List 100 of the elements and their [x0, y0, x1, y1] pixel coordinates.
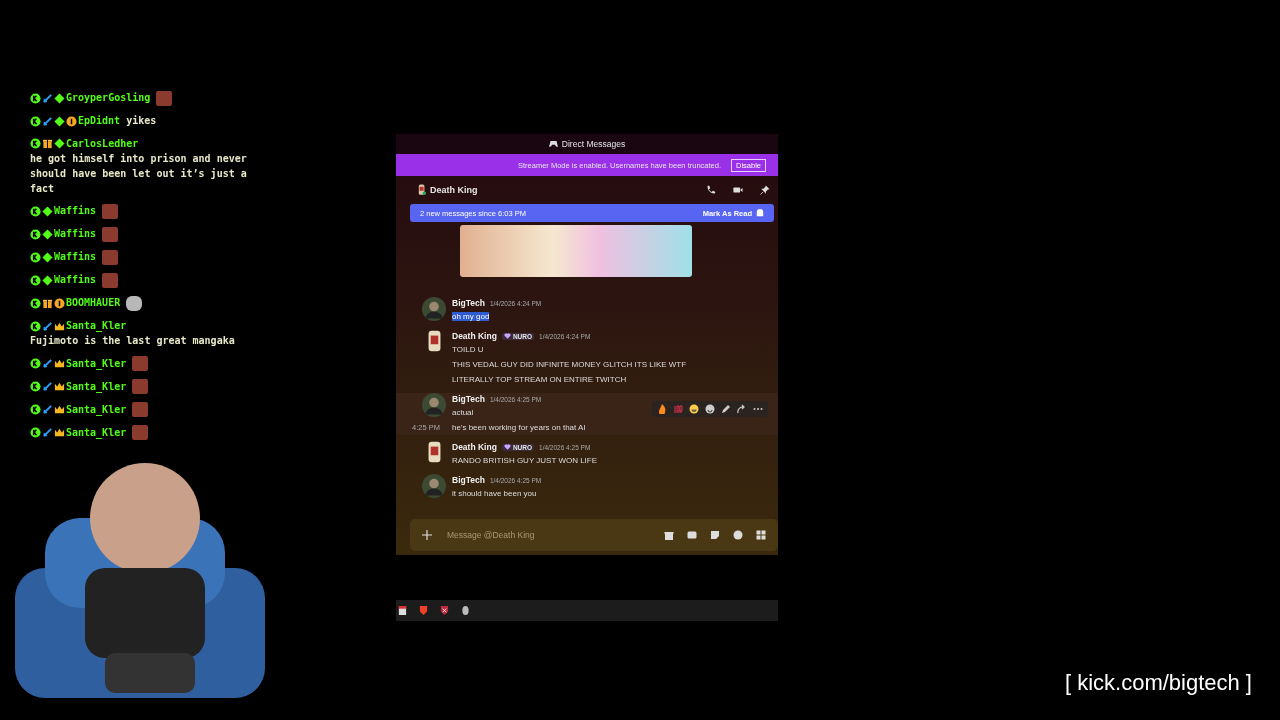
chat-username[interactable]: BOOMHAUER [66, 297, 121, 308]
sword-badge-icon [42, 404, 53, 415]
diamond-badge-icon [54, 92, 65, 104]
message-text: it should have been you [452, 489, 537, 498]
emote-placeholder [132, 356, 149, 371]
emote-placeholder [102, 272, 119, 288]
message-input-field[interactable]: Message @Death King [445, 529, 651, 541]
message-author[interactable]: Death King [452, 331, 497, 341]
crown-badge-icon [54, 358, 65, 369]
apps-icon[interactable] [756, 530, 766, 540]
message-text: oh my god [452, 312, 490, 321]
message-text: he's been working for years on that AI [452, 423, 586, 432]
chat-username[interactable]: EpDidnt [78, 115, 121, 126]
card-avatar-icon [427, 330, 441, 352]
avatar-silhouette-icon [422, 297, 446, 321]
video-camera-icon[interactable] [733, 185, 743, 195]
sword-badge-icon [42, 381, 53, 392]
message-author[interactable]: Death King [452, 442, 497, 452]
gift-badge-icon [42, 297, 53, 309]
sword-badge-icon [42, 358, 53, 369]
chat-username[interactable]: Santa_Kler [66, 380, 127, 392]
heart-icon [503, 333, 511, 339]
message-author[interactable]: BigTech [452, 475, 485, 485]
sword-badge-icon [42, 92, 53, 104]
pin-icon[interactable] [760, 185, 770, 195]
kick-badge-icon [30, 228, 41, 240]
kick-badge-icon [30, 274, 41, 286]
chat-username[interactable]: Santa_Kler [66, 357, 127, 369]
diamond-badge-icon [42, 228, 53, 240]
card-avatar-icon [427, 441, 441, 463]
forward-icon[interactable] [737, 404, 747, 414]
chat-message: yikes [126, 115, 157, 126]
chat-username[interactable]: Waffins [54, 228, 97, 239]
pencil-icon[interactable] [721, 404, 731, 414]
chat-message: he got himself into prison and never should have been let out it’s just a fact [30, 151, 248, 196]
phone-icon[interactable] [706, 185, 716, 195]
message-text: LITERALLY TOP STREAM ON ENTIRE TWITCH [452, 375, 627, 384]
kick-badge-icon [30, 205, 41, 217]
message-author[interactable]: BigTech [452, 298, 485, 308]
chat-username[interactable]: Waffins [54, 205, 97, 216]
kick-badge-icon [30, 115, 41, 127]
gift-badge-icon [42, 138, 53, 149]
chat-username[interactable]: GroyperGosling [66, 92, 151, 103]
kick-badge-icon [30, 427, 41, 438]
circle-badge-icon [54, 297, 65, 309]
emote-placeholder [156, 90, 173, 106]
user-avatar-icon [418, 184, 426, 196]
sword-badge-icon [42, 427, 53, 438]
crown-badge-icon [54, 427, 65, 438]
avatar-silhouette-icon [422, 393, 446, 417]
chat-username[interactable]: Santa_Kler [66, 320, 127, 331]
controller-icon [548, 140, 558, 148]
crown-badge-icon [54, 381, 65, 392]
avatar-silhouette-icon [422, 474, 446, 498]
emote-placeholder [132, 402, 149, 417]
chat-username[interactable]: Waffins [54, 274, 97, 285]
message-text: actual [452, 408, 474, 417]
shield-cross-icon[interactable] [440, 605, 449, 616]
chat-username[interactable]: Santa_Kler [66, 426, 127, 438]
sword-badge-icon [42, 115, 53, 127]
emote-placeholder [102, 249, 119, 265]
emote-placeholder [132, 379, 149, 394]
crown-badge-icon [54, 404, 65, 415]
message-text: TOILD U [452, 345, 484, 354]
fire-icon[interactable] [657, 404, 667, 414]
plus-icon[interactable] [422, 530, 432, 540]
sword-badge-icon [42, 320, 53, 332]
diamond-badge-icon [42, 274, 53, 286]
calendar-icon[interactable] [398, 605, 407, 616]
message-author[interactable]: BigTech [452, 394, 485, 404]
emote-placeholder [126, 295, 143, 311]
crown-badge-icon [54, 320, 65, 332]
diamond-badge-icon [42, 251, 53, 263]
message-text: THIS VEDAL GUY DID INFINITE MONEY GLITCH ITS LIKE WTF [452, 360, 687, 369]
diamond-badge-icon [54, 115, 65, 127]
sticker-icon[interactable] [710, 530, 720, 540]
message-text: RANDO BRITISH GUY JUST WON LIFE [452, 456, 598, 465]
diamond-badge-icon [42, 205, 53, 217]
laughing-face-icon[interactable] [689, 404, 699, 414]
add-reaction-icon[interactable] [705, 404, 715, 414]
kick-badge-icon [30, 358, 41, 369]
emote-placeholder [132, 425, 149, 440]
heart-icon [503, 444, 511, 450]
chat-username[interactable]: Santa_Kler [66, 403, 127, 415]
kick-badge-icon [30, 251, 41, 263]
channel-name: Death King [430, 185, 478, 195]
channel-url-text: [ kick.com/bigtech ] [1064, 670, 1252, 696]
kick-badge-icon [30, 297, 41, 309]
chat-username[interactable]: Waffins [54, 251, 97, 262]
diamond-badge-icon [54, 138, 65, 149]
emote-placeholder [102, 226, 119, 242]
kick-badge-icon [30, 138, 41, 149]
chat-username[interactable]: CarlosLedher [66, 137, 139, 149]
circle-badge-icon [66, 115, 77, 127]
gift-icon[interactable] [664, 530, 674, 540]
kick-badge-icon [30, 404, 41, 415]
emote-placeholder [102, 203, 119, 219]
chat-message: Fujimoto is the last great mangaka [30, 334, 236, 348]
kick-badge-icon [30, 320, 41, 332]
kick-badge-icon [30, 381, 41, 392]
